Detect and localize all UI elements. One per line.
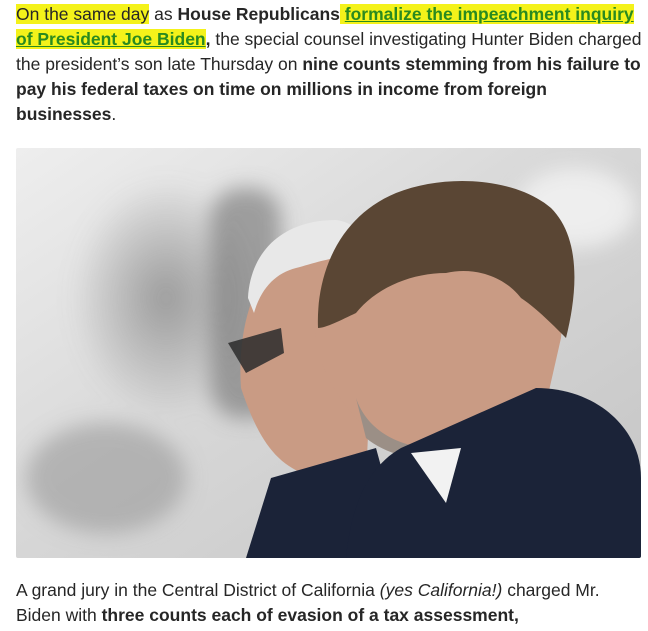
bold-counts: three counts each of evasion of a tax as… — [101, 605, 519, 625]
body-text: A grand jury in the Central District of … — [16, 580, 380, 600]
link-text-line1[interactable]: formalize the impeachment — [345, 4, 571, 24]
article-photo — [16, 148, 641, 558]
bold-phrase: House Republicans — [177, 4, 340, 24]
body-text-end: . — [111, 104, 117, 124]
article-paragraph-1: On the same day as House Republicans for… — [16, 2, 642, 127]
photo-illustration — [16, 148, 641, 558]
article-paragraph-2: A grand jury in the Central District of … — [16, 578, 642, 628]
highlighted-phrase: On the same day — [16, 4, 150, 24]
body-text: as — [149, 4, 178, 24]
italic-aside: (yes California!) — [379, 580, 503, 600]
